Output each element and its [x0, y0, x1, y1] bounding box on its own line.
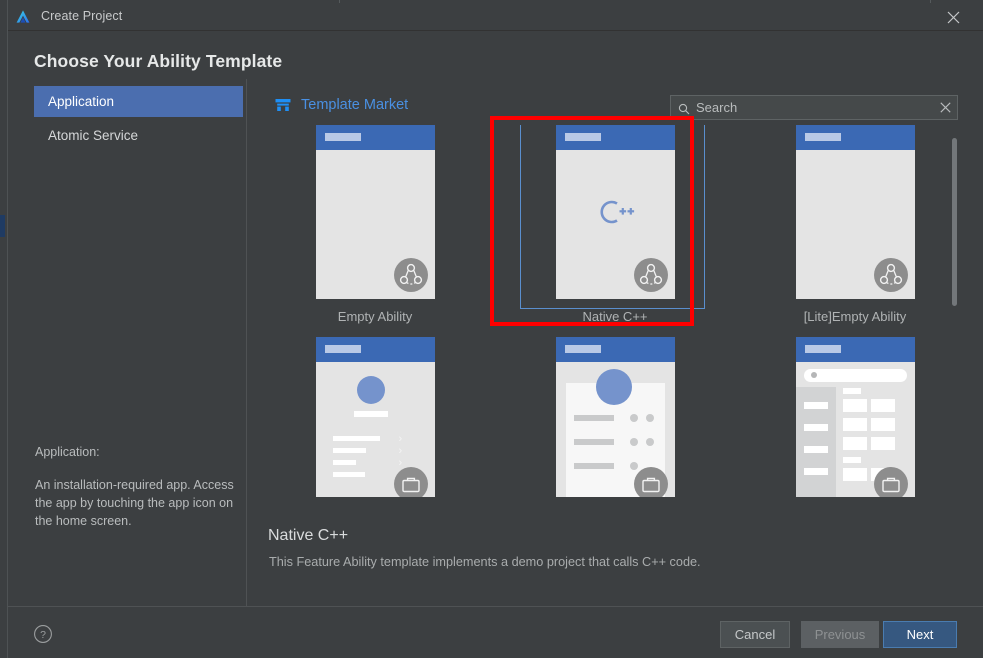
thumb-line: [332, 460, 356, 465]
previous-button: Previous: [801, 621, 879, 648]
thumb-app-bar-title: [804, 345, 841, 353]
template-market-link[interactable]: Template Market: [274, 96, 408, 114]
share-nodes-icon: [872, 256, 910, 294]
thumb-search-field: [803, 369, 907, 382]
thumb-nav-item: [803, 468, 828, 475]
help-circle-icon[interactable]: ?: [33, 624, 53, 644]
template-card-row2-list[interactable]: › › › ›: [266, 337, 484, 507]
scrollbar-thumb[interactable]: [952, 138, 957, 306]
thumb-line: [353, 411, 388, 417]
thumb-nav-item: [803, 446, 828, 453]
template-label: Native C++: [582, 309, 648, 324]
briefcase-icon: [632, 465, 670, 497]
template-thumbnail: [555, 125, 675, 299]
svg-text:?: ?: [40, 629, 46, 641]
cancel-button[interactable]: Cancel: [720, 621, 790, 648]
template-card-row2-profile[interactable]: [506, 337, 724, 507]
briefcase-icon: [872, 465, 910, 497]
thumb-section-title: [842, 388, 861, 394]
create-project-dialog: Create Project Choose Your Ability Templ…: [8, 3, 983, 658]
thumb-grid-item: [842, 399, 867, 412]
deveco-studio-logo-icon: [14, 8, 32, 26]
template-thumbnail: › › › ›: [315, 337, 435, 497]
background-left-accent: [0, 215, 5, 237]
category-description-body: An installation-required app. Access the…: [35, 478, 234, 528]
thumb-nav-item: [803, 424, 828, 431]
template-thumbnail: [555, 337, 675, 497]
thumb-app-bar-title: [324, 133, 361, 141]
thumb-search-icon: [810, 372, 817, 378]
thumb-app-bar-title: [564, 345, 601, 353]
briefcase-icon: [392, 465, 430, 497]
template-thumbnail: [795, 125, 915, 299]
thumb-grid-item: [870, 418, 895, 431]
thumb-grid-item: [870, 399, 895, 412]
thumb-line: [332, 436, 380, 441]
thumb-dot: [629, 438, 638, 446]
search-input[interactable]: [690, 96, 933, 119]
template-thumbnail: [315, 125, 435, 299]
page-title: Choose Your Ability Template: [34, 51, 283, 71]
search-clear-icon[interactable]: [933, 96, 957, 119]
template-label: [Lite]Empty Ability: [803, 309, 907, 324]
thumb-app-bar-title: [564, 133, 601, 141]
thumb-grid-item: [842, 468, 867, 481]
template-market-label: Template Market: [301, 97, 409, 113]
dialog-footer: ? Cancel Previous Next: [8, 606, 983, 658]
thumb-app-bar-title: [804, 133, 841, 141]
chevron-right-icon: ›: [398, 445, 403, 457]
thumb-grid-item: [842, 418, 867, 431]
thumb-avatar: [356, 376, 385, 404]
template-card-empty-ability[interactable]: Empty Ability: [266, 125, 484, 324]
close-icon[interactable]: [933, 3, 975, 31]
shop-icon: [274, 96, 292, 114]
sidebar-item-application[interactable]: Application: [34, 86, 243, 117]
thumb-dot: [629, 414, 638, 422]
thumb-grid-item: [870, 437, 895, 450]
create-project-dialog-window: Create Project Choose Your Ability Templ…: [0, 0, 983, 658]
category-panel: Application Atomic Service Application: …: [8, 79, 247, 606]
next-button[interactable]: Next: [883, 621, 957, 648]
thumb-line: [573, 415, 614, 421]
template-label: Empty Ability: [337, 309, 413, 324]
chevron-right-icon: ›: [398, 433, 403, 445]
share-nodes-icon: [632, 256, 670, 294]
selected-template-description: This Feature Ability template implements…: [269, 555, 701, 569]
template-card-native-cpp[interactable]: Native C++: [506, 125, 724, 324]
thumb-line: [332, 448, 366, 453]
thumb-nav-item: [803, 402, 828, 409]
selected-template-title: Native C++: [268, 527, 349, 544]
share-nodes-icon: [392, 256, 430, 294]
search-box[interactable]: [670, 95, 958, 120]
category-description-title: Application:: [35, 445, 100, 459]
thumb-line: [573, 439, 614, 445]
background-left-toolbar: [0, 0, 8, 658]
thumb-line: [573, 463, 614, 469]
template-grid-scrollbar[interactable]: [950, 129, 959, 519]
template-card-lite-empty-ability[interactable]: [Lite]Empty Ability: [746, 125, 964, 324]
thumb-avatar: [595, 369, 632, 405]
template-grid: Empty Ability Native C++ [Lite]Empty Abi…: [248, 125, 983, 520]
thumb-app-bar-title: [324, 345, 361, 353]
template-thumbnail: [795, 337, 915, 497]
cpp-logo-icon: [593, 196, 637, 228]
dialog-title: Create Project: [41, 9, 123, 23]
dialog-title-bar: Create Project: [8, 3, 983, 31]
thumb-dot: [645, 438, 654, 446]
template-card-row2-catalog[interactable]: [746, 337, 964, 507]
search-icon: [678, 102, 690, 114]
thumb-line: [332, 472, 365, 477]
sidebar-item-atomic-service[interactable]: Atomic Service: [34, 120, 243, 151]
thumb-section-title: [842, 457, 861, 463]
thumb-dot: [645, 414, 654, 422]
thumb-grid-item: [842, 437, 867, 450]
